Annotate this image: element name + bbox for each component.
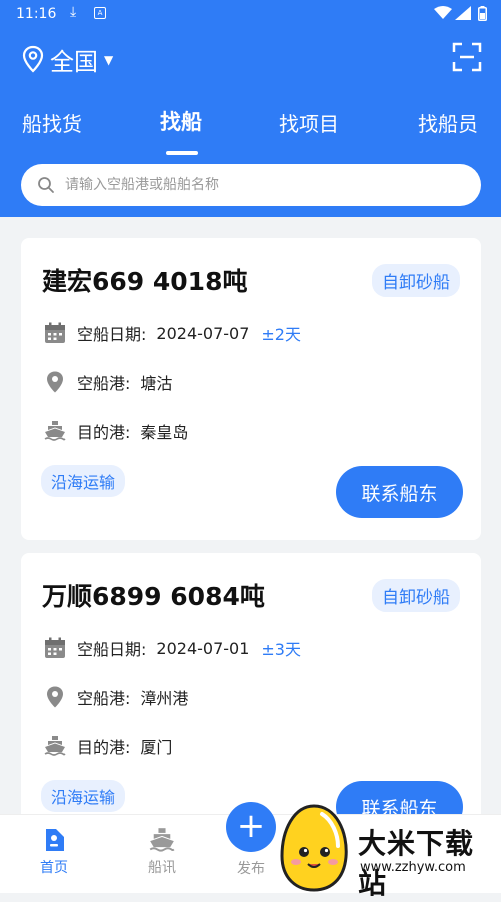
location-pin-icon <box>22 45 44 73</box>
empty-date-row: 空船日期: 2024-07-07 ±2天 <box>44 321 301 345</box>
home-icon <box>46 829 64 851</box>
destination-port-row: 目的港: 秦皇岛 <box>44 419 188 443</box>
location-pin-icon <box>47 686 63 708</box>
nav-ship-news[interactable]: 船讯 <box>132 827 192 877</box>
empty-port-row: 空船港: 漳州港 <box>44 685 188 709</box>
transport-type-tag: 沿海运输 <box>41 465 126 497</box>
date-tolerance: ±2天 <box>261 325 301 344</box>
scan-icon[interactable] <box>452 42 482 72</box>
empty-port-label: 空船港: <box>77 374 131 393</box>
empty-date-label: 空船日期: <box>77 640 147 659</box>
search-bar[interactable] <box>21 164 481 206</box>
location-selector[interactable]: 全国 ▼ <box>22 42 113 76</box>
empty-port-label: 空船港: <box>77 689 131 708</box>
nav-home[interactable]: 首页 <box>24 827 84 877</box>
location-pin-icon <box>47 371 63 393</box>
empty-date-row: 空船日期: 2024-07-01 ±3天 <box>44 636 301 660</box>
ship-card[interactable]: 建宏669 4018吨 自卸砂船 空船日期: 2024-07-07 ±2天 空船… <box>21 238 481 540</box>
app-notification-icon: A <box>94 7 106 19</box>
contact-owner-button[interactable]: 联系船东 <box>336 466 463 518</box>
active-tab-indicator <box>166 151 198 155</box>
empty-port-row: 空船港: 塘沽 <box>44 370 172 394</box>
empty-port-value: 塘沽 <box>140 374 173 393</box>
date-tolerance: ±3天 <box>261 640 301 659</box>
status-time: 11:16 <box>16 6 57 22</box>
tab-find-ship[interactable]: 找船 <box>160 106 202 136</box>
tab-find-project[interactable]: 找项目 <box>279 108 339 137</box>
ship-icon <box>44 736 66 756</box>
status-bar: 11:16 ⤓ A <box>0 0 501 30</box>
nav-ship-news-label: 船讯 <box>148 860 176 876</box>
empty-date-value: 2024-07-01 <box>156 638 250 658</box>
battery-icon <box>478 6 487 21</box>
download-icon: ⤓ <box>70 4 77 20</box>
ship-title: 万顺6899 6084吨 <box>42 582 265 611</box>
destination-port-row: 目的港: 厦门 <box>44 734 172 758</box>
publish-button[interactable]: + <box>226 802 276 852</box>
ship-type-badge: 自卸砂船 <box>372 579 460 612</box>
tab-find-crew[interactable]: 找船员 <box>418 108 478 137</box>
ship-icon <box>44 421 66 441</box>
tab-ship-find-cargo[interactable]: 船找货 <box>22 108 82 137</box>
publish-label: 发布 <box>237 861 265 877</box>
ship-title: 建宏669 4018吨 <box>42 267 248 296</box>
site-watermark: 大米下载站 www.zzhyw.com <box>272 800 501 900</box>
ship-type-badge: 自卸砂船 <box>372 264 460 297</box>
watermark-url: www.zzhyw.com <box>360 860 466 875</box>
search-input[interactable] <box>63 176 447 194</box>
wifi-icon <box>434 6 452 19</box>
empty-date-value: 2024-07-07 <box>156 323 250 343</box>
signal-icon <box>455 6 471 20</box>
empty-port-value: 漳州港 <box>140 689 189 708</box>
search-icon <box>38 177 54 193</box>
location-label: 全国 <box>50 47 98 76</box>
calendar-icon <box>45 322 65 343</box>
nav-home-label: 首页 <box>40 860 68 876</box>
mascot-logo <box>280 804 348 892</box>
destination-port-value: 秦皇岛 <box>140 423 189 442</box>
destination-port-label: 目的港: <box>77 423 131 442</box>
ship-icon <box>149 828 175 852</box>
chevron-down-icon: ▼ <box>104 53 114 67</box>
calendar-icon <box>45 637 65 658</box>
transport-type-tag: 沿海运输 <box>41 780 126 812</box>
destination-port-label: 目的港: <box>77 738 131 757</box>
empty-date-label: 空船日期: <box>77 325 147 344</box>
destination-port-value: 厦门 <box>140 738 173 757</box>
